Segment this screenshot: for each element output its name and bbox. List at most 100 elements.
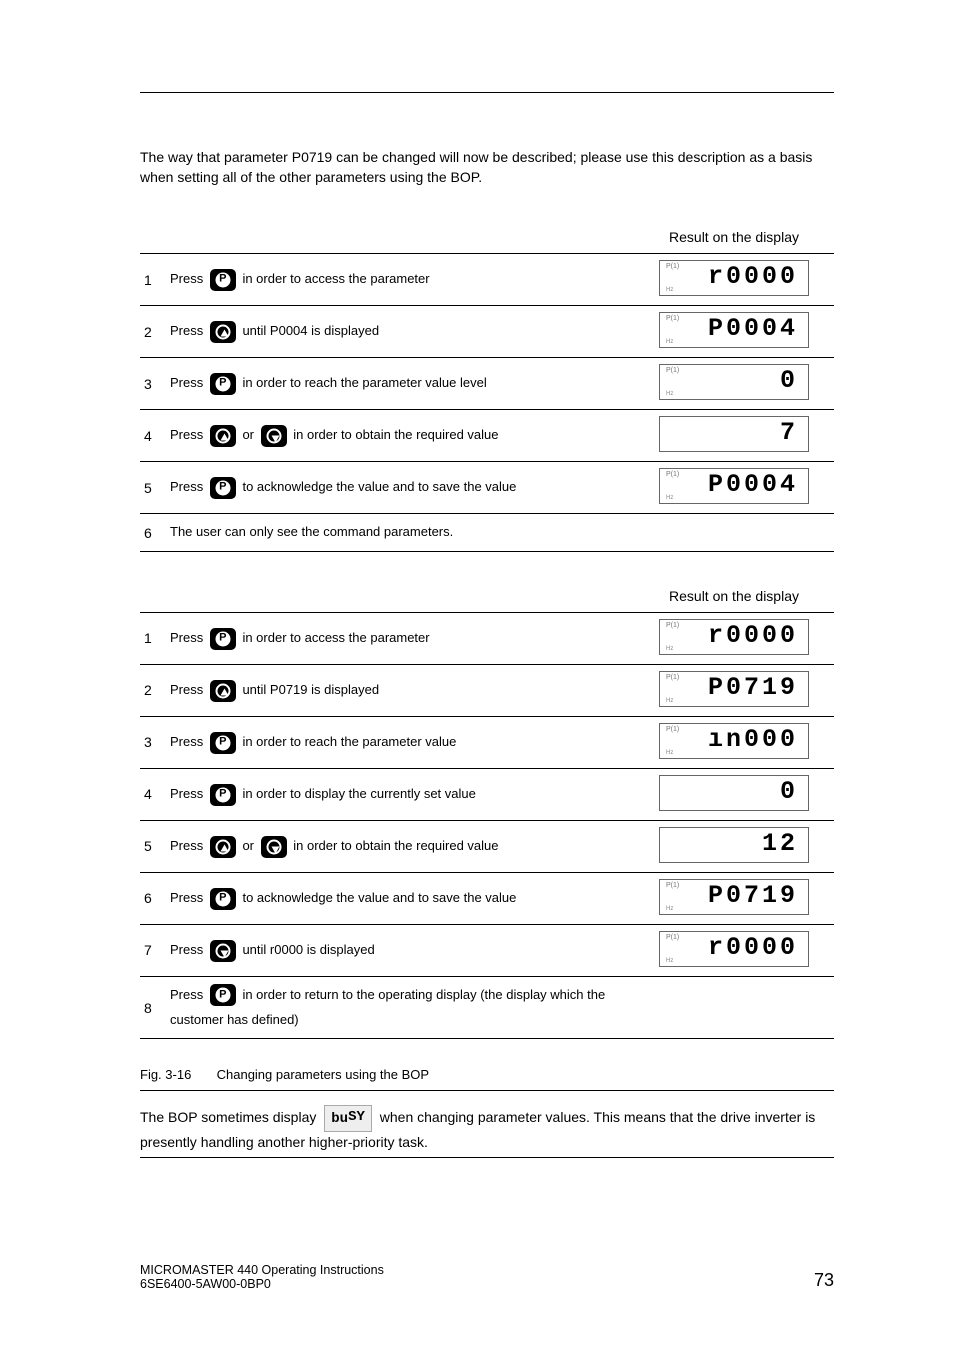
row-display: 7 bbox=[634, 410, 834, 462]
row-action: Press until r0000 is displayed bbox=[166, 924, 634, 976]
row-display: P(1) Hz r0000 bbox=[634, 924, 834, 976]
table-row: 4Press in order to display the currently… bbox=[140, 768, 834, 820]
p-button-icon bbox=[210, 984, 236, 1006]
display-panel: P(1)Hzr0000 bbox=[659, 619, 809, 655]
row-display: P(1) Hz r0000 bbox=[634, 254, 834, 306]
display-indicator-p: P(1) bbox=[666, 726, 679, 733]
table-p0004: Result on the display 1Press in order to… bbox=[140, 221, 834, 552]
p-button-icon bbox=[210, 888, 236, 910]
row-action: Press in order to display the currently … bbox=[166, 768, 634, 820]
row-display: P(1) Hz P0004 bbox=[634, 462, 834, 514]
figure-label: Fig. 3-16 Changing parameters using the … bbox=[140, 1067, 834, 1082]
row-number: 6 bbox=[140, 872, 166, 924]
top-rule bbox=[140, 92, 834, 93]
p-button-icon bbox=[210, 373, 236, 395]
table-row: 2Press until P0719 is displayedP(1)HzP07… bbox=[140, 664, 834, 716]
row-action: The user can only see the command parame… bbox=[166, 514, 634, 552]
display-value: P0004 bbox=[708, 470, 798, 499]
page: The way that parameter P0719 can be chan… bbox=[0, 0, 954, 1351]
display-panel: 7 bbox=[659, 416, 809, 452]
table-row: 6The user can only see the command param… bbox=[140, 514, 834, 552]
display-indicator-hz: Hz bbox=[666, 287, 673, 293]
row-action: Press to acknowledge the value and to sa… bbox=[166, 462, 634, 514]
row-number: 2 bbox=[140, 664, 166, 716]
display-indicator-hz: Hz bbox=[666, 698, 673, 704]
result-header: Result on the display bbox=[634, 580, 834, 613]
table-row: 1Press in order to access the parameterP… bbox=[140, 612, 834, 664]
p-button-icon bbox=[210, 732, 236, 754]
display-panel: 0 bbox=[659, 775, 809, 811]
up-button-icon bbox=[210, 425, 236, 447]
intro-text: The way that parameter P0719 can be chan… bbox=[140, 148, 834, 187]
display-indicator-hz: Hz bbox=[666, 391, 673, 397]
up-button-icon bbox=[210, 321, 236, 343]
display-indicator-hz: Hz bbox=[666, 958, 673, 964]
display-indicator-p: P(1) bbox=[666, 263, 679, 270]
display-indicator-hz: Hz bbox=[666, 495, 673, 501]
table-row: 5Press to acknowledge the value and to s… bbox=[140, 462, 834, 514]
p-button-icon bbox=[210, 784, 236, 806]
display-indicator-p: P(1) bbox=[666, 882, 679, 889]
table-row: 3Press in order to reach the parameter v… bbox=[140, 716, 834, 768]
display-panel: P(1)HzP0004 bbox=[659, 312, 809, 348]
table-header-row: Result on the display bbox=[140, 580, 834, 613]
display-panel: P(1)Hz0 bbox=[659, 364, 809, 400]
row-number: 5 bbox=[140, 462, 166, 514]
row-display: P(1)Hzr0000 bbox=[634, 612, 834, 664]
display-indicator-hz: Hz bbox=[666, 646, 673, 652]
row-number: 2 bbox=[140, 306, 166, 358]
display-value: r0000 bbox=[708, 262, 798, 291]
row-action: Press or in order to obtain the required… bbox=[166, 410, 634, 462]
row-display: 12 bbox=[634, 820, 834, 872]
table-row: 6Press to acknowledge the value and to s… bbox=[140, 872, 834, 924]
table-row: 4Press or in order to obtain the require… bbox=[140, 410, 834, 462]
down-button-icon bbox=[210, 940, 236, 962]
display-indicator-p: P(1) bbox=[666, 674, 679, 681]
row-display bbox=[634, 514, 834, 552]
row-number: 4 bbox=[140, 410, 166, 462]
row-action: Press until P0004 is displayed bbox=[166, 306, 634, 358]
display-indicator-p: P(1) bbox=[666, 315, 679, 322]
display-panel: P(1) Hz r0000 bbox=[659, 260, 809, 296]
display-value: 12 bbox=[762, 829, 798, 858]
display-panel: P(1)HzP0719 bbox=[659, 671, 809, 707]
divider bbox=[140, 1090, 834, 1091]
down-button-icon bbox=[261, 425, 287, 447]
row-action: Press until P0719 is displayed bbox=[166, 664, 634, 716]
page-footer: MICROMASTER 440 Operating Instructions 6… bbox=[140, 1263, 834, 1291]
display-indicator-p: P(1) bbox=[666, 934, 679, 941]
row-display: P(1)Hzın000 bbox=[634, 716, 834, 768]
table-row: 3Press in order to reach the parameter v… bbox=[140, 358, 834, 410]
row-action: Press in order to reach the parameter va… bbox=[166, 716, 634, 768]
display-panel: 12 bbox=[659, 827, 809, 863]
row-display: 0 bbox=[634, 768, 834, 820]
display-value: r0000 bbox=[708, 933, 798, 962]
footer-line-2: 6SE6400-5AW00-0BP0 bbox=[140, 1277, 834, 1291]
result-header: Result on the display bbox=[634, 221, 834, 254]
row-number: 3 bbox=[140, 716, 166, 768]
row-display: P(1)HzP0004 bbox=[634, 306, 834, 358]
display-indicator-p: P(1) bbox=[666, 622, 679, 629]
row-number: 4 bbox=[140, 768, 166, 820]
row-action: Press in order to return to the operatin… bbox=[166, 976, 634, 1038]
table-row: 5Press or in order to obtain the require… bbox=[140, 820, 834, 872]
p-button-icon bbox=[210, 269, 236, 291]
table-row: 7Press until r0000 is displayed P(1) Hz r00… bbox=[140, 924, 834, 976]
display-panel: P(1) Hz P0004 bbox=[659, 468, 809, 504]
row-number: 7 bbox=[140, 924, 166, 976]
footer-line-1: MICROMASTER 440 Operating Instructions bbox=[140, 1263, 834, 1277]
busy-badge: buSY bbox=[324, 1105, 372, 1132]
display-value: P0719 bbox=[708, 881, 798, 910]
p-button-icon bbox=[210, 477, 236, 499]
row-action: Press or in order to obtain the required… bbox=[166, 820, 634, 872]
display-value: P0004 bbox=[708, 314, 798, 343]
row-action: Press in order to access the parameter bbox=[166, 254, 634, 306]
display-indicator-p: P(1) bbox=[666, 471, 679, 478]
up-button-icon bbox=[210, 836, 236, 858]
row-display: P(1)Hz0 bbox=[634, 358, 834, 410]
display-value: 0 bbox=[780, 366, 798, 395]
display-value: 7 bbox=[780, 418, 798, 447]
row-action: Press in order to access the parameter bbox=[166, 612, 634, 664]
row-number: 8 bbox=[140, 976, 166, 1038]
display-value: 0 bbox=[780, 777, 798, 806]
